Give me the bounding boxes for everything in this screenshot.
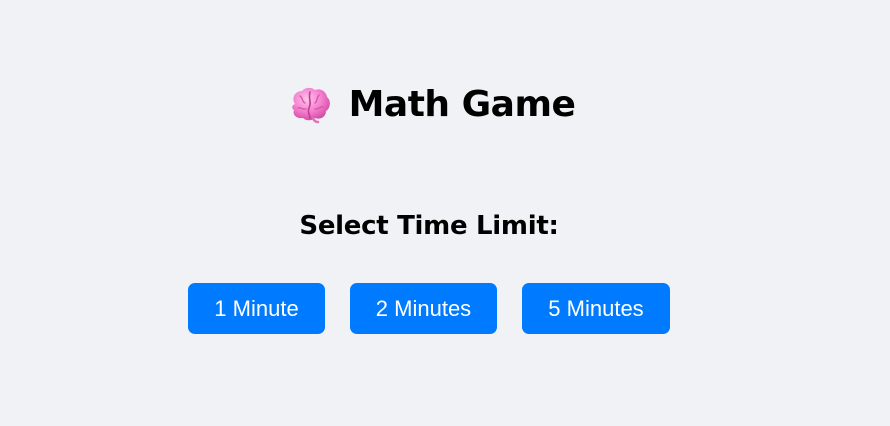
header: Math Game [0,82,864,128]
page-title: Math Game [348,84,576,125]
time-limit-options: 1 Minute 2 Minutes 5 Minutes [0,283,858,334]
time-limit-label: Select Time Limit: [299,211,559,241]
five-minutes-button[interactable]: 5 Minutes [522,283,670,334]
one-minute-button[interactable]: 1 Minute [188,283,325,334]
two-minutes-button[interactable]: 2 Minutes [350,283,497,334]
brain-icon [289,86,331,124]
